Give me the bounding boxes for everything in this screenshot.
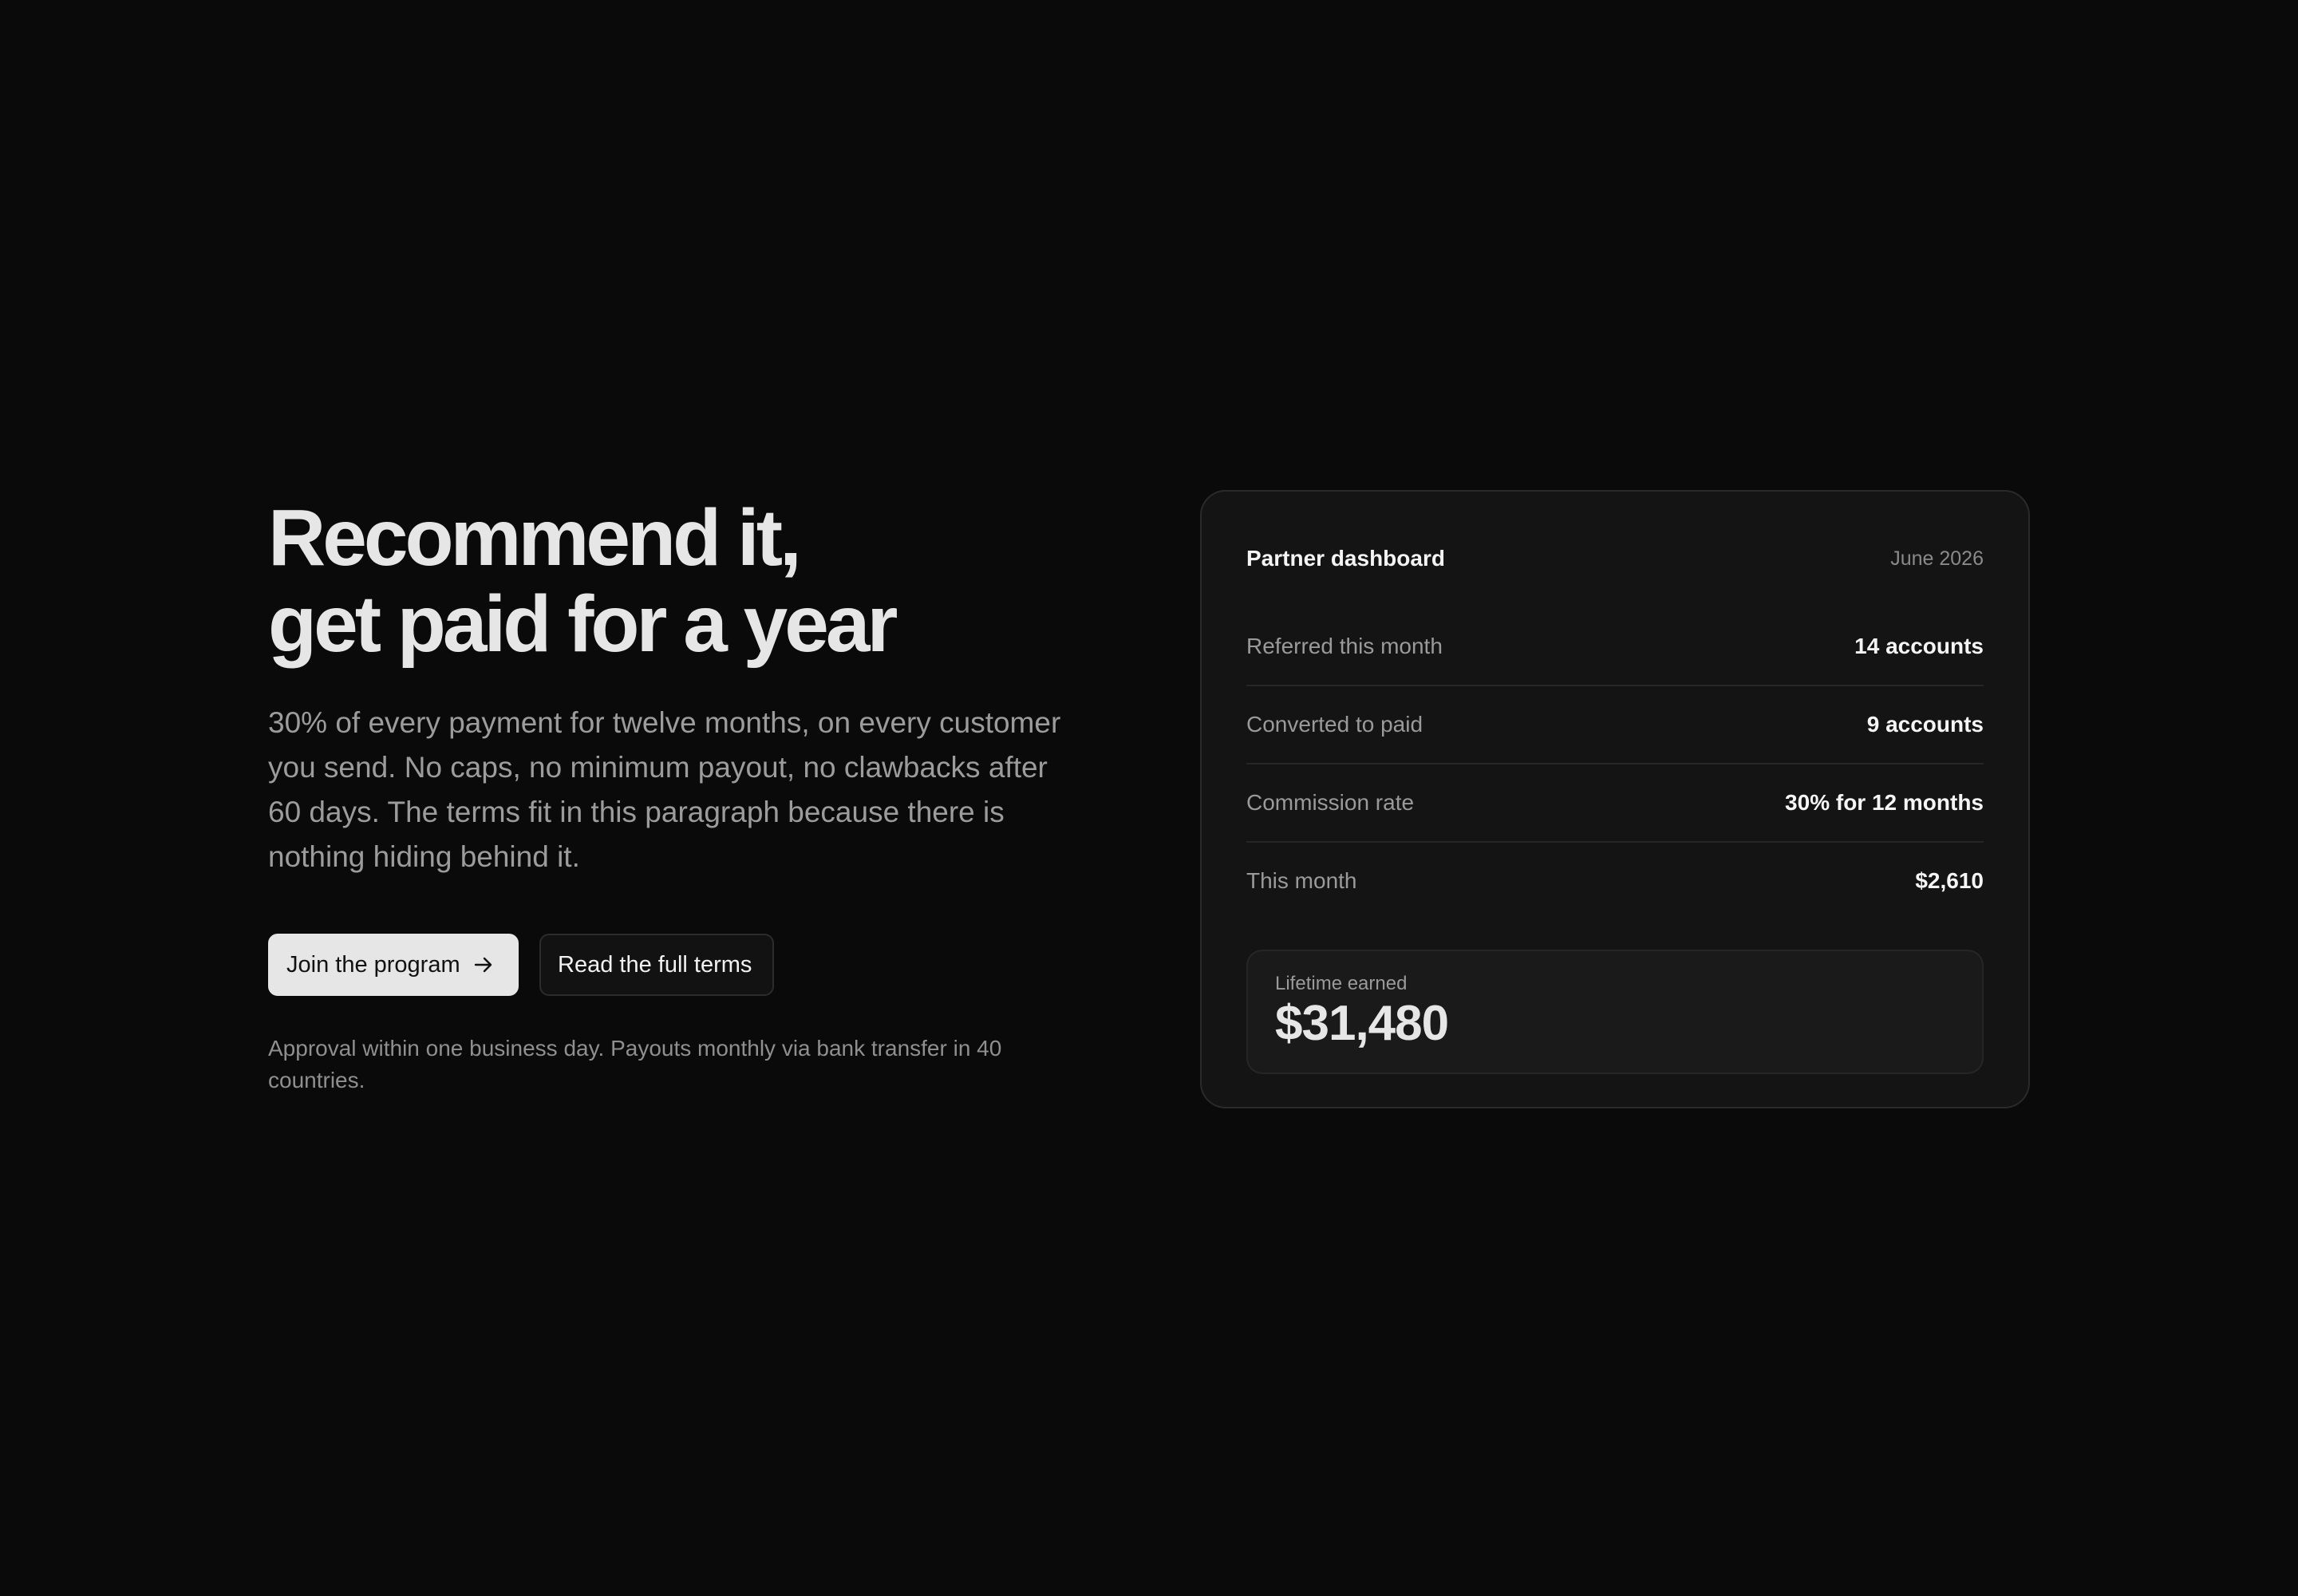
stat-label: Converted to paid	[1246, 712, 1423, 737]
join-program-button[interactable]: Join the program	[268, 934, 519, 996]
read-terms-button[interactable]: Read the full terms	[539, 934, 774, 996]
hero-headline: Recommend it, get paid for a year	[268, 495, 1074, 667]
approval-note: Approval within one business day. Payout…	[268, 1036, 1002, 1092]
read-terms-label: Read the full terms	[558, 951, 752, 978]
arrow-right-icon	[473, 954, 494, 975]
dashboard-date: June 2026	[1890, 547, 1984, 570]
hero-description: 30% of every payment for twelve months, …	[268, 706, 1061, 873]
join-program-label: Join the program	[286, 951, 460, 978]
stat-row-commission: Commission rate 30% for 12 months	[1246, 764, 1984, 843]
stat-value: $2,610	[1915, 868, 1984, 893]
hero-actions: Join the program Read the full terms	[268, 934, 1074, 996]
lifetime-earned-panel: Lifetime earned $31,480	[1246, 950, 1984, 1074]
headline-line-2: get paid for a year	[268, 579, 898, 669]
lifetime-earned-label: Lifetime earned	[1275, 973, 1408, 994]
stat-row-this-month: This month $2,610	[1246, 843, 1984, 919]
partner-dashboard-card: Partner dashboard June 2026 Referred thi…	[1200, 490, 2030, 1108]
dashboard-header: Partner dashboard June 2026	[1246, 536, 1984, 581]
stat-row-referred: Referred this month 14 accounts	[1246, 608, 1984, 686]
lifetime-earned-value: $31,480	[1275, 996, 1449, 1051]
stat-label: This month	[1246, 868, 1357, 893]
hero-section: Recommend it, get paid for a year 30% of…	[268, 495, 1074, 1096]
page: Recommend it, get paid for a year 30% of…	[0, 0, 2298, 1596]
stat-row-converted: Converted to paid 9 accounts	[1246, 686, 1984, 764]
stat-label: Referred this month	[1246, 634, 1443, 658]
stat-value: 30% for 12 months	[1785, 790, 1984, 815]
dashboard-stats: Referred this month 14 accounts Converte…	[1246, 608, 1984, 919]
stat-value: 9 accounts	[1866, 712, 1984, 737]
stat-value: 14 accounts	[1854, 634, 1984, 658]
dashboard-title: Partner dashboard	[1246, 546, 1445, 571]
stat-label: Commission rate	[1246, 790, 1415, 815]
headline-line-1: Recommend it,	[268, 493, 802, 583]
